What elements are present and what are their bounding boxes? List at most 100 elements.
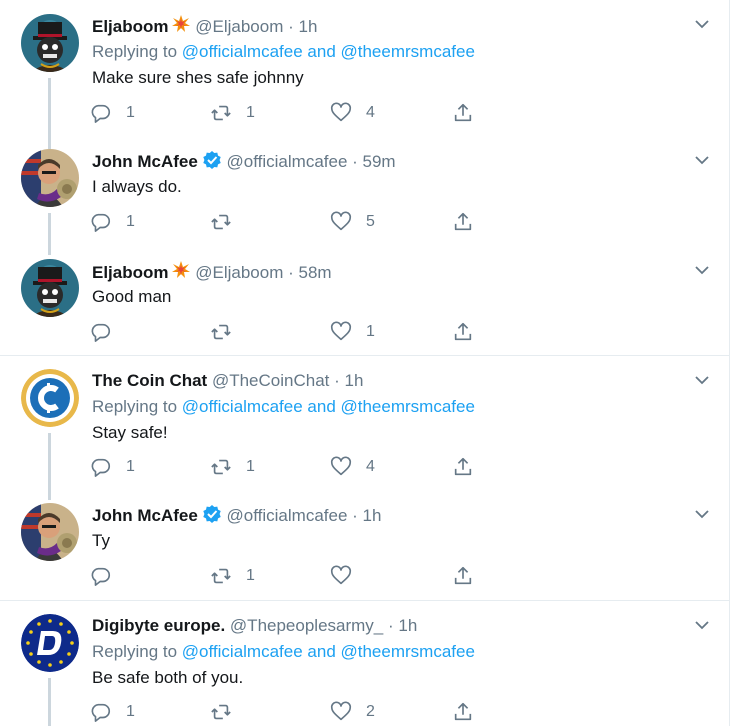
tweet-actions: 1 [90, 319, 490, 345]
reply-count: 1 [126, 458, 135, 475]
like-button[interactable]: 4 [330, 454, 375, 480]
retweet-button[interactable]: 1 [210, 563, 255, 589]
like-count: 5 [366, 213, 375, 230]
collision-emoji-icon [171, 14, 191, 40]
avatar[interactable] [21, 369, 79, 427]
avatar[interactable] [21, 259, 79, 317]
replying-to-label: Replying to [92, 42, 178, 61]
heart-icon [330, 321, 352, 341]
like-button[interactable]: 2 [330, 699, 375, 725]
like-count: 4 [366, 458, 375, 475]
replying-to-link[interactable]: @officialmcafee and @theemrsmcafee [182, 642, 475, 661]
retweet-icon [211, 105, 231, 121]
tweet-actions: 1 5 [90, 209, 490, 235]
retweet-button[interactable] [210, 319, 246, 345]
tweet-text: Ty [92, 531, 110, 550]
retweet-button[interactable]: 1 [210, 100, 255, 126]
chevron-down-icon[interactable] [693, 616, 711, 634]
share-icon [454, 212, 472, 231]
avatar[interactable] [21, 614, 79, 672]
tweet[interactable]: John McAfee @officialmcafee · 1h Ty 1 [0, 490, 729, 600]
collision-emoji-icon [171, 260, 191, 286]
share-icon [454, 103, 472, 122]
like-button[interactable]: 4 [330, 100, 375, 126]
avatar[interactable] [21, 149, 79, 207]
tweet-text: Make sure shes safe johnny [92, 68, 304, 87]
chevron-down-icon[interactable] [693, 151, 711, 169]
retweet-icon [211, 214, 231, 230]
display-name[interactable]: John McAfee [92, 152, 198, 171]
thread-line [48, 433, 51, 490]
reply-count: 1 [126, 213, 135, 230]
reply-button[interactable]: 1 [90, 454, 135, 480]
handle-and-time[interactable]: @officialmcafee · 1h [227, 506, 382, 525]
thread-line [48, 78, 51, 145]
avatar[interactable] [21, 503, 79, 561]
display-name[interactable]: John McAfee [92, 506, 198, 525]
replying-to-link[interactable]: @officialmcafee and @theemrsmcafee [182, 42, 475, 61]
retweet-icon [211, 459, 231, 475]
share-button[interactable] [452, 100, 474, 126]
retweet-icon [211, 568, 231, 584]
replying-to-link[interactable]: @officialmcafee and @theemrsmcafee [182, 397, 475, 416]
share-icon [454, 702, 472, 721]
retweet-count: 1 [246, 567, 255, 584]
retweet-button[interactable]: 1 [210, 454, 255, 480]
handle-and-time[interactable]: @Eljaboom · 58m [195, 263, 331, 282]
chevron-down-icon[interactable] [693, 15, 711, 33]
tweet[interactable]: John McAfee @officialmcafee · 59m I alwa… [0, 145, 729, 255]
share-button[interactable] [452, 454, 474, 480]
thread-line [48, 490, 51, 500]
display-name[interactable]: Eljaboom [92, 17, 169, 36]
like-button[interactable] [330, 563, 366, 589]
share-button[interactable] [452, 209, 474, 235]
chevron-down-icon[interactable] [693, 505, 711, 523]
chevron-down-icon[interactable] [693, 261, 711, 279]
retweet-icon [211, 704, 231, 720]
chevron-down-icon[interactable] [693, 371, 711, 389]
display-name[interactable]: Digibyte europe. [92, 616, 225, 635]
share-icon [454, 322, 472, 341]
handle-and-time[interactable]: @TheCoinChat · 1h [212, 371, 363, 390]
reply-button[interactable]: 1 [90, 209, 135, 235]
reply-icon [91, 104, 111, 123]
tweet[interactable]: The Coin Chat @TheCoinChat · 1h Replying… [0, 356, 729, 490]
reply-icon [91, 323, 111, 342]
reply-button[interactable]: 1 [90, 100, 135, 126]
like-count: 4 [366, 104, 375, 121]
replying-to: Replying to @officialmcafee and @theemrs… [92, 641, 475, 663]
reply-button[interactable] [90, 563, 126, 589]
reply-button[interactable]: 1 [90, 699, 135, 725]
share-icon [454, 566, 472, 585]
replying-to: Replying to @officialmcafee and @theemrs… [92, 41, 475, 63]
handle-and-time[interactable]: @Thepeoplesarmy_ · 1h [230, 616, 417, 635]
tweet[interactable]: Eljaboom @Eljaboom · 1h Replying to @off… [0, 0, 729, 145]
thread-line [48, 678, 51, 726]
heart-icon [330, 211, 352, 231]
handle-and-time[interactable]: @Eljaboom · 1h [195, 17, 317, 36]
retweet-button[interactable] [210, 699, 246, 725]
avatar[interactable] [21, 14, 79, 72]
tweet[interactable]: Digibyte europe. @Thepeoplesarmy_ · 1h R… [0, 601, 729, 726]
share-button[interactable] [452, 563, 474, 589]
share-button[interactable] [452, 319, 474, 345]
display-name[interactable]: The Coin Chat [92, 371, 207, 390]
tweet-actions: 1 1 4 [90, 454, 490, 480]
tweet-actions: 1 [90, 563, 490, 589]
display-name[interactable]: Eljaboom [92, 263, 169, 282]
replying-to-label: Replying to [92, 642, 178, 661]
handle-and-time[interactable]: @officialmcafee · 59m [227, 152, 396, 171]
reply-button[interactable] [90, 319, 126, 345]
tweet-header: John McAfee @officialmcafee · 1h [92, 504, 381, 530]
like-button[interactable]: 1 [330, 319, 375, 345]
thread-line [48, 213, 51, 255]
tweet[interactable]: Eljaboom @Eljaboom · 58m Good man 1 [0, 255, 729, 355]
tweet-text: Be safe both of you. [92, 668, 244, 687]
like-button[interactable]: 5 [330, 209, 375, 235]
tweet-header: The Coin Chat @TheCoinChat · 1h [92, 370, 363, 392]
tweet-text: Stay safe! [92, 423, 168, 442]
share-button[interactable] [452, 699, 474, 725]
heart-icon [330, 102, 352, 122]
share-icon [454, 457, 472, 476]
retweet-button[interactable] [210, 209, 246, 235]
